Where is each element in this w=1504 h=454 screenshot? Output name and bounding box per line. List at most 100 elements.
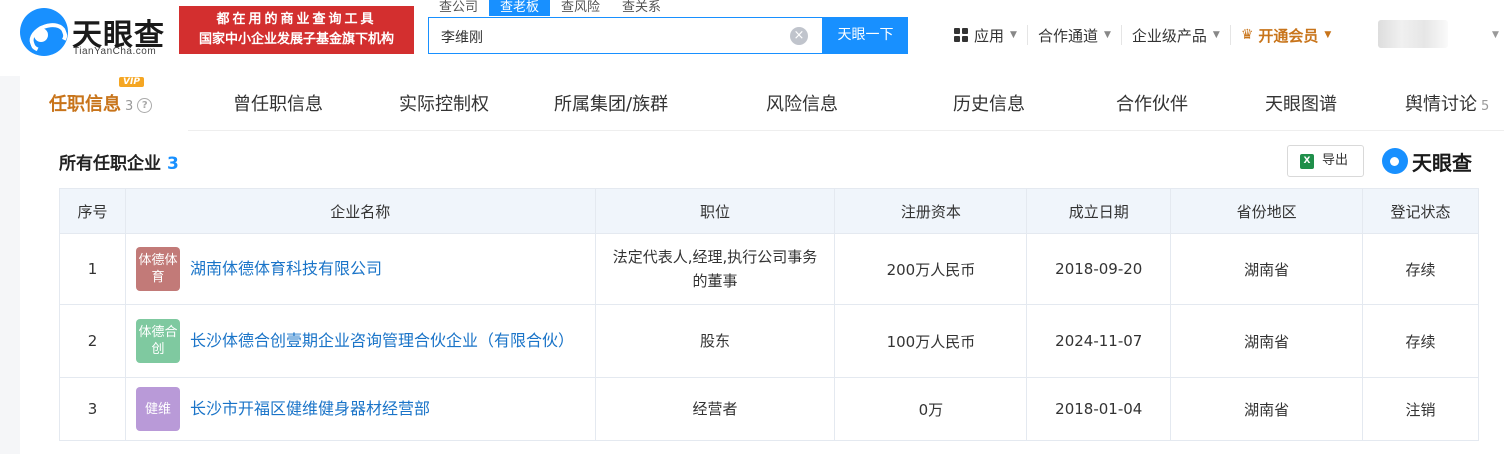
user-avatar[interactable] [1378, 20, 1448, 48]
tab-partners[interactable]: 合作伙伴 [1116, 90, 1188, 116]
search-type-tabs: 查公司 查老板 查风险 查关系 [428, 0, 672, 16]
nav-apps-label: 应用 [974, 26, 1005, 45]
eye-logo-icon [20, 8, 68, 56]
site-logo[interactable]: 天眼查 TianYanCha.com [20, 8, 170, 58]
search-input[interactable]: 李维刚 × [428, 17, 823, 54]
nav-channel[interactable]: 合作通道 ▼ [1028, 25, 1122, 45]
date-cell: 2024-11-07 [1026, 304, 1172, 378]
section-title: 所有任职企业 3 [59, 149, 179, 174]
nav-enterprise[interactable]: 企业级产品 ▼ [1122, 25, 1231, 45]
position-cell: 法定代表人,经理,执行公司事务的董事 [594, 233, 836, 305]
tab-risk[interactable]: 风险信息 [766, 90, 838, 116]
chevron-down-icon: ▼ [1010, 30, 1017, 40]
company-cell: 体德合创 长沙体德合创壹期企业咨询管理合伙企业（有限合伙） [124, 304, 596, 378]
status-badge: 存续 [1362, 304, 1479, 378]
tab-search-boss[interactable]: 查老板 [489, 0, 551, 16]
tab-opinion[interactable]: 舆情讨论 5 [1405, 90, 1489, 116]
apps-grid-icon [954, 28, 968, 42]
col-region: 省份地区 [1170, 188, 1364, 234]
tab-actual-control[interactable]: 实际控制权 [399, 90, 489, 116]
col-position: 职位 [594, 188, 836, 234]
tab-history[interactable]: 历史信息 [953, 90, 1025, 116]
company-link[interactable]: 湖南体德体育科技有限公司 [190, 256, 382, 282]
row-index: 1 [59, 233, 126, 305]
eye-logo-icon [1382, 148, 1408, 174]
section-title-text: 所有任职企业 [59, 154, 161, 174]
brand-watermark: 天眼查 [1382, 146, 1472, 176]
promo-banner[interactable]: 都在用的商业查询工具 国家中小企业发展子基金旗下机构 [179, 6, 414, 54]
date-cell: 2018-09-20 [1026, 233, 1172, 305]
table-row: 1 体德体育 湖南体德体育科技有限公司 法定代表人,经理,执行公司事务的董事 2… [59, 233, 1479, 305]
tab-label: 舆情讨论 [1405, 94, 1477, 115]
company-logo[interactable]: 健维 [135, 387, 180, 431]
tab-count: 5 [1481, 99, 1490, 114]
nav-vip[interactable]: ♛ 开通会员 ▼ [1231, 25, 1342, 45]
banner-line-1: 都在用的商业查询工具 [216, 12, 377, 27]
banner-line-2: 国家中小企业发展子基金旗下机构 [198, 32, 394, 47]
tab-search-relation[interactable]: 查关系 [611, 0, 672, 16]
company-logo[interactable]: 体德合创 [135, 319, 180, 363]
nav-enterprise-label: 企业级产品 [1131, 26, 1207, 45]
nav-apps[interactable]: 应用 ▼ [944, 25, 1028, 45]
search-button[interactable]: 天眼一下 [823, 17, 908, 54]
crown-icon: ♛ [1240, 27, 1254, 43]
col-capital: 注册资本 [834, 188, 1028, 234]
main-card: VIP 任职信息 3? 曾任职信息 实际控制权 所属集团/族群 风险信息 历史信息… [20, 76, 1504, 454]
tab-graph[interactable]: 天眼图谱 [1265, 90, 1337, 116]
help-icon[interactable]: ? [137, 98, 153, 113]
tab-search-risk[interactable]: 查风险 [550, 0, 611, 16]
date-cell: 2018-01-04 [1026, 377, 1172, 441]
region-cell: 湖南省 [1170, 377, 1364, 441]
company-cell: 健维 长沙市开福区健维健身器材经营部 [124, 377, 596, 441]
position-text: 经营者 [692, 400, 738, 418]
search-input-value: 李维刚 [441, 30, 483, 46]
region-cell: 湖南省 [1170, 304, 1364, 378]
section-count: 3 [167, 154, 179, 174]
clear-icon[interactable]: × [790, 27, 808, 45]
row-index: 2 [59, 304, 126, 378]
tab-current-positions[interactable]: 任职信息 3? [49, 90, 153, 116]
tab-search-company[interactable]: 查公司 [428, 0, 489, 16]
table-header-row: 序号 企业名称 职位 注册资本 成立日期 省份地区 登记状态 [59, 188, 1479, 234]
col-date: 成立日期 [1026, 188, 1172, 234]
top-header: 天眼查 TianYanCha.com 都在用的商业查询工具 国家中小企业发展子基… [0, 0, 1504, 76]
position-text: 法定代表人,经理,执行公司事务的董事 [612, 248, 818, 290]
tab-label: 任职信息 [49, 94, 121, 115]
chevron-down-icon: ▼ [1324, 30, 1332, 40]
tab-count: 3 [125, 99, 134, 114]
col-status: 登记状态 [1362, 188, 1479, 234]
region-cell: 湖南省 [1170, 233, 1364, 305]
status-badge: 存续 [1362, 233, 1479, 305]
profile-tabs: VIP 任职信息 3? 曾任职信息 实际控制权 所属集团/族群 风险信息 历史信息… [20, 76, 1504, 131]
col-company: 企业名称 [124, 188, 596, 234]
nav-vip-label: 开通会员 [1258, 26, 1319, 45]
nav-channel-label: 合作通道 [1037, 26, 1098, 45]
export-button[interactable]: X 导出 [1287, 145, 1364, 177]
position-cell: 经营者 [594, 377, 836, 441]
top-nav: 应用 ▼ 合作通道 ▼ 企业级产品 ▼ ♛ 开通会员 ▼ [944, 22, 1341, 48]
row-index: 3 [59, 377, 126, 441]
capital-cell: 200万人民币 [834, 233, 1028, 305]
tab-group[interactable]: 所属集团/族群 [554, 90, 668, 116]
chevron-down-icon[interactable]: ▼ [1492, 30, 1499, 40]
logo-domain: TianYanCha.com [73, 46, 157, 57]
excel-icon: X [1300, 154, 1314, 169]
chevron-down-icon: ▼ [1103, 30, 1111, 40]
table-row: 3 健维 长沙市开福区健维健身器材经营部 经营者 0万 2018-01-04 湖… [59, 377, 1479, 441]
company-link[interactable]: 长沙体德合创壹期企业咨询管理合伙企业（有限合伙） [190, 328, 574, 354]
col-index: 序号 [59, 188, 126, 234]
position-cell: 股东 [594, 304, 836, 378]
status-badge: 注销 [1362, 377, 1479, 441]
positions-table: 序号 企业名称 职位 注册资本 成立日期 省份地区 登记状态 1 体德体育 湖南… [59, 188, 1479, 441]
chevron-down-icon: ▼ [1212, 30, 1220, 40]
capital-cell: 100万人民币 [834, 304, 1028, 378]
brand-text: 天眼查 [1412, 150, 1472, 175]
position-text: 股东 [700, 332, 731, 350]
capital-cell: 0万 [834, 377, 1028, 441]
export-label: 导出 [1322, 153, 1349, 168]
company-link[interactable]: 长沙市开福区健维健身器材经营部 [190, 396, 430, 422]
table-row: 2 体德合创 长沙体德合创壹期企业咨询管理合伙企业（有限合伙） 股东 100万人… [59, 304, 1479, 378]
tab-past-positions[interactable]: 曾任职信息 [233, 90, 323, 116]
company-logo[interactable]: 体德体育 [135, 247, 180, 291]
company-cell: 体德体育 湖南体德体育科技有限公司 [124, 233, 596, 305]
